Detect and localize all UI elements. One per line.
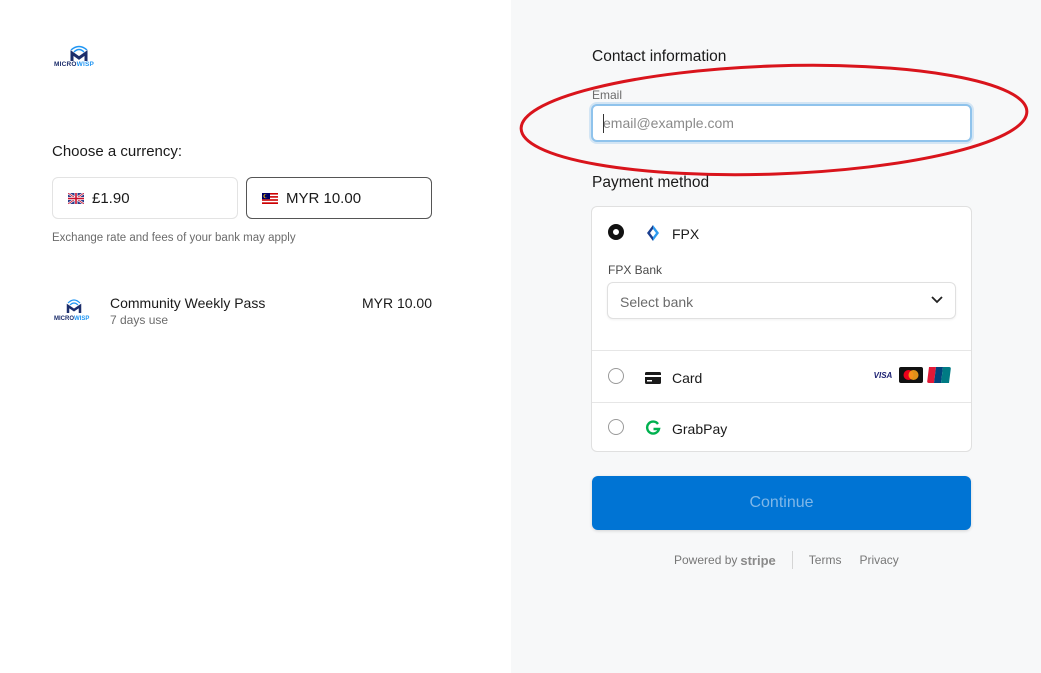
payment-option-fpx[interactable]: FPX bbox=[592, 207, 971, 259]
payment-method-heading: Payment method bbox=[592, 174, 710, 191]
email-label: Email bbox=[592, 88, 623, 102]
select-bank-placeholder: Select bank bbox=[620, 294, 694, 310]
currency-option-label: MYR 10.00 bbox=[286, 189, 362, 207]
card-brand-logos: VISA bbox=[871, 367, 951, 383]
microwisp-logo: MICROWISP bbox=[52, 44, 106, 74]
logo-wordmark: MICROWISP bbox=[54, 61, 95, 68]
currency-option-myr[interactable]: MYR 10.00 bbox=[246, 177, 432, 219]
footer-separator bbox=[791, 551, 793, 569]
continue-button[interactable]: Continue bbox=[592, 476, 971, 530]
product-thumbnail: MICRO WISP bbox=[53, 297, 95, 323]
fpx-bank-select[interactable]: Select bank bbox=[607, 282, 956, 319]
line-item-name: Community Weekly Pass bbox=[110, 295, 266, 311]
fpx-icon bbox=[647, 225, 659, 241]
payment-option-label: FPX bbox=[672, 226, 700, 242]
grabpay-radio[interactable] bbox=[608, 419, 624, 435]
malaysia-flag-icon bbox=[262, 192, 278, 204]
unionpay-icon bbox=[927, 367, 951, 383]
text-cursor bbox=[603, 114, 604, 133]
fpx-radio[interactable] bbox=[608, 224, 624, 240]
card-radio[interactable] bbox=[608, 368, 624, 384]
choose-currency-label: Choose a currency: bbox=[52, 143, 183, 160]
payment-option-label: GrabPay bbox=[672, 421, 728, 437]
order-summary-panel: MICROWISP Choose a currency: £1.90 MYR 1… bbox=[0, 0, 511, 673]
line-item-price: MYR 10.00 bbox=[361, 295, 432, 311]
microwisp-thumbnail-icon: MICRO WISP bbox=[54, 299, 89, 322]
payment-option-label: Card bbox=[672, 370, 703, 386]
mastercard-circles-icon bbox=[903, 370, 919, 380]
unionpay-stripes-icon bbox=[927, 367, 951, 383]
mastercard-icon bbox=[899, 367, 923, 383]
email-input[interactable] bbox=[591, 104, 972, 142]
stripe-wordmark[interactable]: stripe bbox=[740, 553, 775, 568]
currency-option-label: £1.90 bbox=[92, 189, 130, 207]
contact-information-heading: Contact information bbox=[592, 48, 727, 65]
payment-method-list: FPX FPX Bank Select bank Card VISA GrabP… bbox=[591, 206, 972, 452]
grab-g-icon bbox=[646, 420, 661, 435]
wifi-m-logo-icon bbox=[70, 45, 88, 61]
visa-icon: VISA bbox=[873, 370, 893, 380]
credit-card-icon bbox=[645, 372, 661, 384]
svg-text:WISP: WISP bbox=[74, 316, 89, 322]
svg-text:MICRO: MICRO bbox=[54, 316, 74, 322]
currency-option-gbp[interactable]: £1.90 bbox=[52, 177, 238, 219]
fpx-bank-label: FPX Bank bbox=[608, 263, 663, 277]
powered-by-text: Powered by bbox=[674, 553, 738, 567]
chevron-down-icon bbox=[931, 296, 943, 304]
payment-option-grabpay[interactable]: GrabPay bbox=[592, 403, 971, 452]
terms-link[interactable]: Terms bbox=[809, 553, 842, 567]
footer: Powered by stripe Terms Privacy bbox=[674, 551, 899, 569]
privacy-link[interactable]: Privacy bbox=[859, 553, 898, 567]
line-item-description: 7 days use bbox=[110, 313, 169, 327]
exchange-rate-note: Exchange rate and fees of your bank may … bbox=[52, 232, 296, 244]
uk-flag-icon bbox=[68, 192, 84, 204]
